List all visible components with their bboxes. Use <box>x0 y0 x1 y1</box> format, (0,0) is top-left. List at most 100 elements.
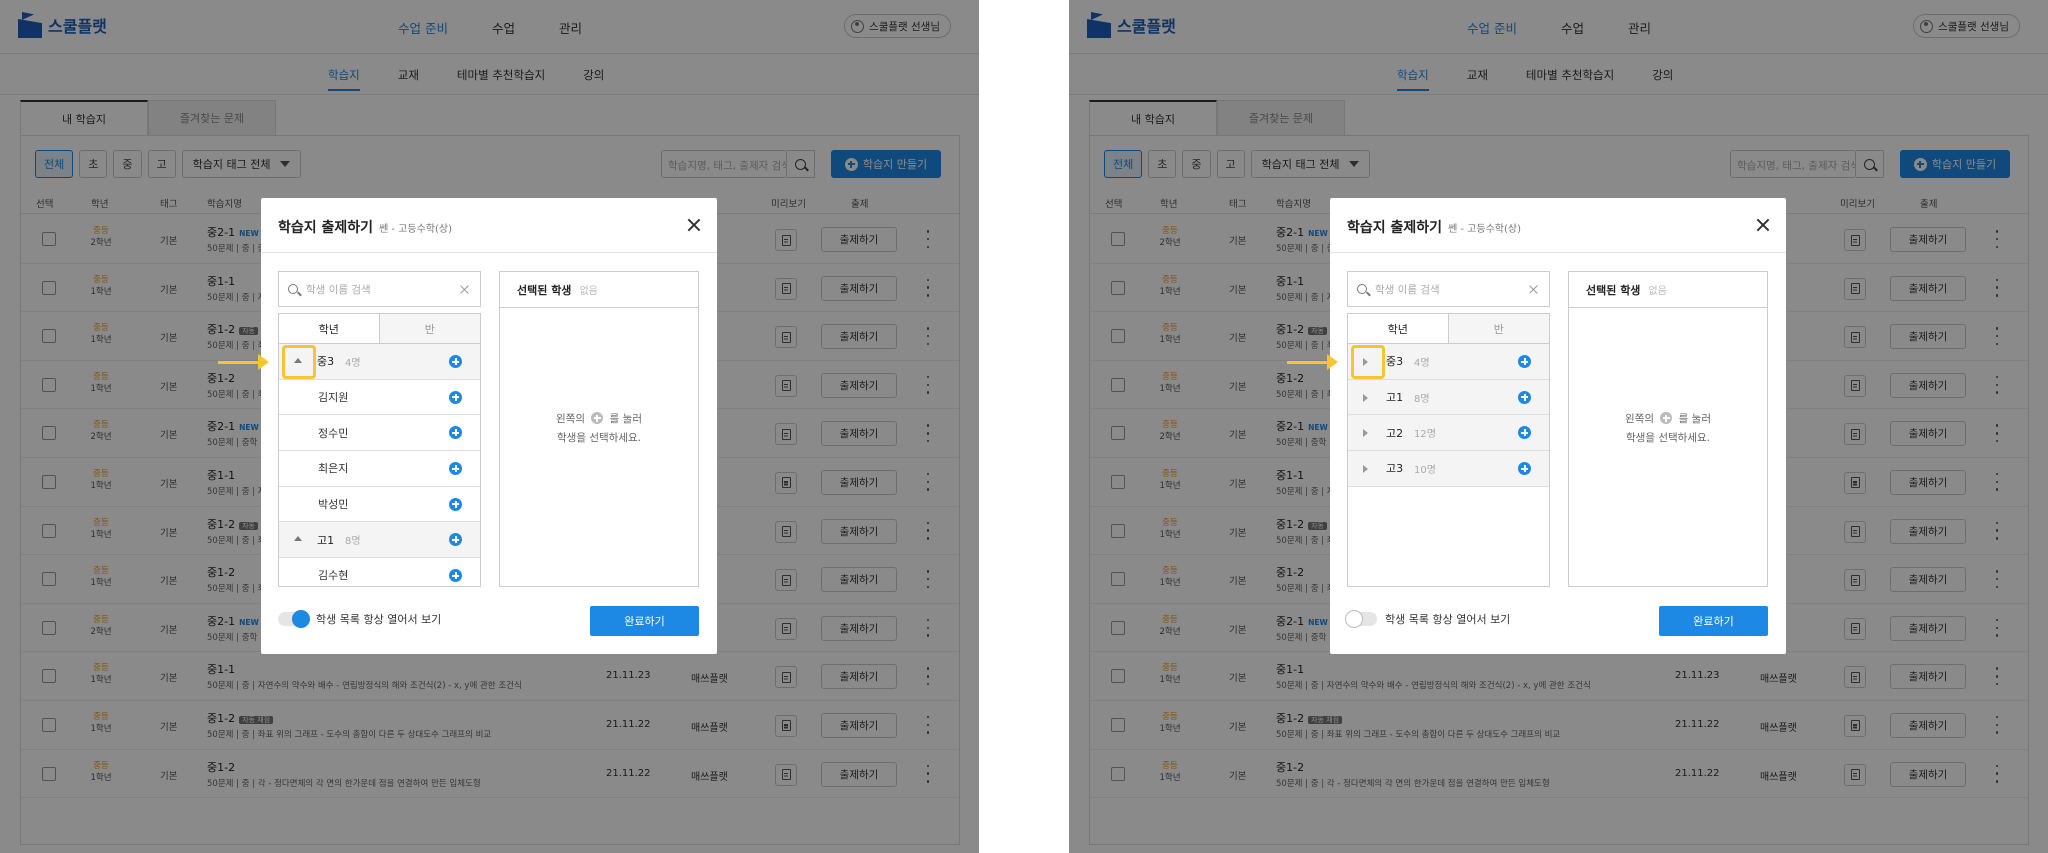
student-tabs: 학년 반 <box>1348 314 1549 344</box>
group-count: 8명 <box>1414 393 1430 405</box>
student-search-input[interactable]: 학생 이름 검색 <box>278 271 481 307</box>
student-row[interactable]: 최은지 <box>279 451 480 487</box>
expand-icon[interactable] <box>1363 465 1368 474</box>
grade-group-row[interactable]: 고1 8명 <box>279 522 480 559</box>
always-open-toggle[interactable]: 학생 목록 항상 열어서 보기 <box>1345 610 1511 628</box>
student-tabs: 학년 반 <box>279 314 480 344</box>
group-name: 고1 <box>1386 391 1404 405</box>
toggle-label: 학생 목록 항상 열어서 보기 <box>316 613 442 626</box>
tab-grade[interactable]: 학년 <box>1348 314 1449 343</box>
modal-header: 학습지 출제하기 쎈 - 고등수학(상) <box>261 198 717 253</box>
empty-line2: 학생을 선택하세요. <box>557 432 641 444</box>
group-name: 고2 <box>1386 426 1404 440</box>
add-icon[interactable] <box>449 533 462 547</box>
add-icon[interactable] <box>449 569 462 583</box>
selected-students-panel: 선택된 학생 없음 왼쪽의 를 눌러 학생을 선택하세요. <box>1568 271 1768 587</box>
student-search-placeholder: 학생 이름 검색 <box>306 283 371 296</box>
modal-header: 학습지 출제하기 쎈 - 고등수학(상) <box>1330 198 1786 253</box>
done-button[interactable]: 완료하기 <box>590 606 699 636</box>
done-button[interactable]: 완료하기 <box>1659 606 1768 636</box>
tab-grade[interactable]: 학년 <box>279 314 380 343</box>
add-icon[interactable] <box>449 426 462 440</box>
add-icon[interactable] <box>1518 462 1531 476</box>
student-name: 최은지 <box>318 462 349 476</box>
student-name: 박성민 <box>318 498 349 512</box>
selected-header: 선택된 학생 없음 <box>500 272 698 308</box>
selected-none: 없음 <box>1648 286 1667 297</box>
grade-group-row[interactable]: 고2 12명 <box>1348 415 1549 452</box>
expand-icon[interactable] <box>1363 393 1368 402</box>
empty-line1-a: 왼쪽의 <box>1625 413 1654 425</box>
student-picker: 학생 이름 검색 학년 반 중3 4명김지원정수민최은지박성민고1 8명김수현 <box>278 271 481 587</box>
student-row[interactable]: 정수민 <box>279 415 480 452</box>
student-list-body: 중3 4명김지원정수민최은지박성민고1 8명김수현 <box>279 344 480 586</box>
student-search-placeholder: 학생 이름 검색 <box>1375 283 1440 296</box>
group-name: 고1 <box>317 533 335 547</box>
modal-subtitle: 쎈 - 고등수학(상) <box>1448 224 1521 235</box>
add-icon[interactable] <box>449 462 462 476</box>
tab-class[interactable]: 반 <box>379 314 480 343</box>
add-icon[interactable] <box>1518 426 1531 440</box>
selected-none: 없음 <box>579 286 598 297</box>
assign-modal: 학습지 출제하기 쎈 - 고등수학(상) 학생 이름 검색 학년 반 중3 4명고… <box>1330 198 1786 654</box>
empty-line2: 학생을 선택하세요. <box>1626 432 1710 444</box>
always-open-toggle[interactable]: 학생 목록 항상 열어서 보기 <box>278 610 442 628</box>
group-count: 4명 <box>345 357 361 369</box>
selected-empty-message: 왼쪽의 를 눌러 학생을 선택하세요. <box>500 410 698 448</box>
group-name: 중3 <box>1386 355 1404 369</box>
tab-class[interactable]: 반 <box>1448 314 1549 343</box>
search-icon <box>288 284 298 294</box>
add-icon[interactable] <box>1518 355 1531 368</box>
screenshot-before: 스쿨플랫 수업 준비 수업 관리 스쿨플랫 선생님 학습지 교재 테마별 추천학… <box>0 0 979 853</box>
toggle-switch[interactable] <box>1345 610 1377 628</box>
annotation-highlight <box>1351 345 1385 379</box>
modal-title: 학습지 출제하기 <box>278 220 374 236</box>
search-icon <box>1357 284 1367 294</box>
student-search-input[interactable]: 학생 이름 검색 <box>1347 271 1550 307</box>
assign-modal: 학습지 출제하기 쎈 - 고등수학(상) 학생 이름 검색 학년 반 중3 4명김… <box>261 198 717 654</box>
toggle-label: 학생 목록 항상 열어서 보기 <box>1385 613 1511 626</box>
plus-icon <box>591 412 604 424</box>
student-row[interactable]: 김수현 <box>279 558 480 586</box>
empty-line1-a: 왼쪽의 <box>556 413 585 425</box>
grade-group-row[interactable]: 고3 10명 <box>1348 451 1549 487</box>
expand-icon[interactable] <box>1363 429 1368 438</box>
plus-icon <box>1660 412 1673 424</box>
group-count: 12명 <box>1414 429 1436 441</box>
clear-icon[interactable] <box>1529 285 1538 294</box>
selected-header: 선택된 학생 없음 <box>1569 272 1767 308</box>
empty-line1-b: 를 눌러 <box>1678 413 1711 425</box>
screenshot-after: 스쿨플랫 수업 준비 수업 관리 스쿨플랫 선생님 학습지 교재 테마별 추천학… <box>1069 0 2048 853</box>
empty-line1-b: 를 눌러 <box>609 413 642 425</box>
close-icon[interactable] <box>687 218 701 232</box>
modal-title: 학습지 출제하기 <box>1347 220 1443 236</box>
student-name: 정수민 <box>318 426 349 440</box>
add-icon[interactable] <box>449 390 462 404</box>
group-name: 고3 <box>1386 462 1404 476</box>
student-row[interactable]: 김지원 <box>279 380 480 416</box>
group-count: 8명 <box>345 536 361 548</box>
modal-subtitle: 쎈 - 고등수학(상) <box>379 224 452 235</box>
selected-label: 선택된 학생 <box>517 283 572 297</box>
clear-icon[interactable] <box>460 285 469 294</box>
grade-group-row[interactable]: 고1 8명 <box>1348 379 1549 416</box>
selected-empty-message: 왼쪽의 를 눌러 학생을 선택하세요. <box>1569 410 1767 448</box>
annotation-arrow <box>218 354 269 370</box>
selected-students-panel: 선택된 학생 없음 왼쪽의 를 눌러 학생을 선택하세요. <box>499 271 699 587</box>
add-icon[interactable] <box>449 497 462 511</box>
annotation-arrow <box>1287 354 1338 370</box>
group-count: 4명 <box>1414 357 1430 369</box>
collapse-icon[interactable] <box>294 536 302 542</box>
student-picker: 학생 이름 검색 학년 반 중3 4명고1 8명고2 12명고3 10명 <box>1347 271 1550 587</box>
close-icon[interactable] <box>1756 218 1770 232</box>
student-name: 김수현 <box>318 569 349 583</box>
student-name: 김지원 <box>318 391 349 405</box>
selected-label: 선택된 학생 <box>1586 283 1641 297</box>
group-count: 10명 <box>1414 464 1436 476</box>
student-row[interactable]: 박성민 <box>279 487 480 523</box>
annotation-highlight <box>282 345 316 379</box>
add-icon[interactable] <box>1518 390 1531 404</box>
group-name: 중3 <box>317 355 335 369</box>
add-icon[interactable] <box>449 355 462 368</box>
toggle-switch[interactable] <box>278 610 310 628</box>
